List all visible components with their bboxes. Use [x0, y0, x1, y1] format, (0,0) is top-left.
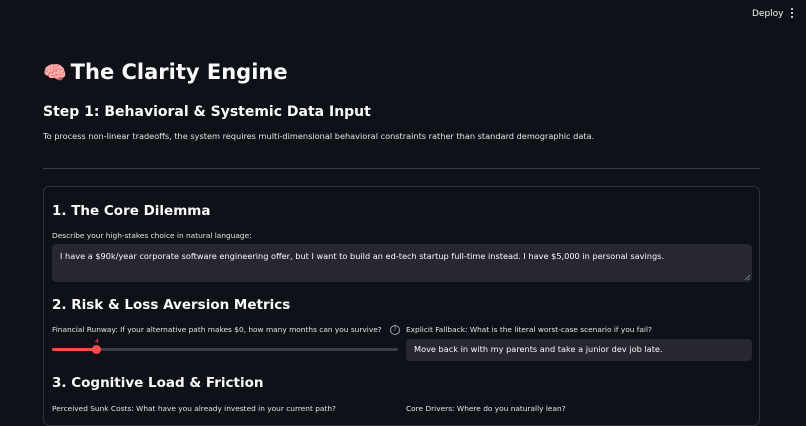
core-dilemma-heading: 1. The Core Dilemma: [52, 203, 211, 219]
fallback-input[interactable]: Move back in with my parents and take a …: [406, 339, 752, 361]
cognitive-heading: 3. Cognitive Load & Friction: [52, 375, 264, 391]
kebab-menu-icon[interactable]: [789, 8, 795, 20]
page-title: 🧠 The Clarity Engine: [43, 60, 288, 84]
runway-slider[interactable]: [52, 345, 398, 354]
app-toolbar: Deploy: [0, 0, 806, 30]
runway-slider-thumb[interactable]: [92, 345, 102, 354]
brain-icon: 🧠: [43, 62, 67, 84]
runway-slider-value: 4: [94, 337, 100, 345]
resize-handle-icon[interactable]: [744, 274, 750, 280]
deploy-button[interactable]: Deploy: [752, 9, 784, 19]
dilemma-label: Describe your high-stakes choice in natu…: [52, 231, 252, 240]
runway-label: Financial Runway: If your alternative pa…: [52, 325, 382, 334]
page-description: To process non-linear tradeoffs, the sys…: [43, 131, 595, 141]
dilemma-textarea[interactable]: I have a $90k/year corporate software en…: [52, 244, 752, 282]
fallback-label: Explicit Fallback: What is the literal w…: [406, 325, 652, 334]
risk-heading: 2. Risk & Loss Aversion Metrics: [52, 297, 291, 313]
page-title-text: The Clarity Engine: [70, 60, 288, 84]
fallback-text: Move back in with my parents and take a …: [414, 344, 663, 354]
dilemma-text: I have a $90k/year corporate software en…: [60, 251, 665, 261]
step-subtitle: Step 1: Behavioral & Systemic Data Input: [43, 104, 371, 120]
runway-slider-fill: [52, 348, 97, 351]
help-circle-icon[interactable]: ?: [390, 325, 400, 335]
divider: [43, 168, 760, 169]
input-form-card: 1. The Core Dilemma Describe your high-s…: [43, 186, 760, 426]
